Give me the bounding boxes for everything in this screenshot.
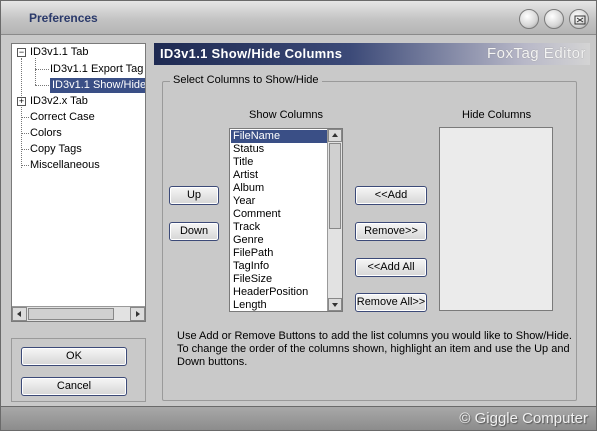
tree-item-id3v1-export-tag[interactable]: ID3v1.1 Export Tag [50,62,143,77]
up-button[interactable]: Up [169,186,219,205]
copyright-text: © Giggle Computer [459,410,588,427]
group-legend: Select Columns to Show/Hide [170,74,322,86]
remove-button[interactable]: Remove>> [355,222,427,241]
scroll-right-button[interactable] [130,307,145,321]
minimize-button[interactable] [519,9,539,29]
maximize-button[interactable] [544,9,564,29]
list-item[interactable]: Genre [231,234,327,247]
tree-item-id3v1-show-hide[interactable]: ID3v1.1 Show/Hide [50,78,145,93]
preferences-tree[interactable]: − ID3v1.1 Tab ID3v1.1 Export Tag ID3v1.1… [11,43,146,322]
tree-item-copy-tags[interactable]: Copy Tags [30,142,82,157]
expand-icon[interactable]: + [17,97,26,106]
tree-line [21,117,29,118]
tree-line [35,85,49,86]
list-item[interactable]: Year [231,195,327,208]
arrow-left-icon [17,311,21,317]
list-item[interactable]: HeaderPosition [231,286,327,299]
tree-line [35,69,49,70]
scrollbar-thumb[interactable] [28,308,114,320]
tree-line [35,58,36,85]
list-item[interactable]: Title [231,156,327,169]
scroll-up-button[interactable] [328,129,342,142]
hide-columns-list[interactable] [439,127,553,311]
list-item[interactable]: FileName [230,129,328,144]
arrow-right-icon [136,311,140,317]
close-icon [574,15,586,25]
arrow-down-icon [332,303,338,307]
tree-line [21,165,29,166]
list-vertical-scrollbar[interactable] [327,129,342,311]
list-item[interactable]: Artist [231,169,327,182]
list-item[interactable]: Length [231,299,327,311]
list-item[interactable]: FilePath [231,247,327,260]
list-item[interactable]: Album [231,182,327,195]
tree-horizontal-scrollbar[interactable] [12,306,145,321]
help-line: Use Add or Remove Buttons to add the lis… [177,330,572,342]
help-line: Down buttons. [177,356,248,368]
collapse-icon[interactable]: − [17,48,26,57]
scroll-left-button[interactable] [12,307,27,321]
tree-line [21,133,29,134]
add-button[interactable]: <<Add [355,186,427,205]
ok-button[interactable]: OK [21,347,127,366]
list-item[interactable]: Comment [231,208,327,221]
preferences-window: Preferences − ID3v1.1 Tab ID3v1.1 Export… [0,0,597,431]
hide-columns-heading: Hide Columns [462,109,532,121]
help-text: Use Add or Remove Buttons to add the lis… [177,330,572,369]
cancel-button[interactable]: Cancel [21,377,127,396]
scroll-down-button[interactable] [328,298,342,311]
help-line: To change the order of the columns shown… [177,343,570,355]
tree-item-id3v1-tab[interactable]: ID3v1.1 Tab [30,45,89,60]
section-title: ID3v1.1 Show/Hide Columns [160,46,343,61]
tree-item-colors[interactable]: Colors [30,126,62,141]
close-button[interactable] [569,9,589,29]
add-all-button[interactable]: <<Add All [355,258,427,277]
title-bar[interactable]: Preferences [1,1,596,35]
show-columns-list[interactable]: FileName Status Title Artist Album Year … [229,128,343,312]
status-bar: © Giggle Computer [1,406,596,430]
tree-item-miscellaneous[interactable]: Miscellaneous [30,158,100,173]
tree-line [21,149,29,150]
tree-line [21,58,22,168]
dialog-buttons-group: OK Cancel [11,338,146,402]
show-columns-heading: Show Columns [249,109,323,121]
tree-item-id3v2-tab[interactable]: ID3v2.x Tab [30,94,88,109]
list-item[interactable]: Status [231,143,327,156]
window-title: Preferences [29,11,98,25]
tree-item-correct-case[interactable]: Correct Case [30,110,95,125]
list-item[interactable]: Track [231,221,327,234]
brand-logo: FoxTag Editor [486,45,586,62]
remove-all-button[interactable]: Remove All>> [355,293,427,312]
down-button[interactable]: Down [169,222,219,241]
scrollbar-thumb[interactable] [329,143,341,229]
arrow-up-icon [332,133,338,137]
list-item[interactable]: FileSize [231,273,327,286]
list-item[interactable]: TagInfo [231,260,327,273]
section-header: ID3v1.1 Show/Hide Columns FoxTag Editor [154,43,590,65]
